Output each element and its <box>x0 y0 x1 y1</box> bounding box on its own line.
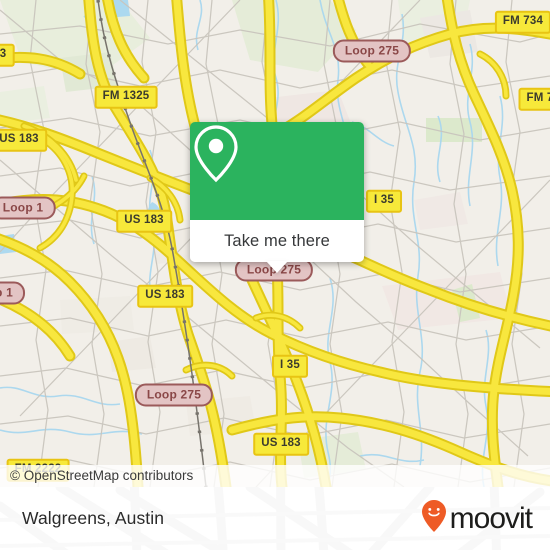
map-attribution[interactable]: © OpenStreetMap contributors <box>0 465 550 487</box>
map-canvas[interactable]: FM 734Loop 275FM 7FM 13253US 183Loop 1US… <box>0 0 550 487</box>
take-me-there-button[interactable]: Take me there <box>190 220 364 273</box>
moovit-brand-logo[interactable]: moovit <box>421 499 533 538</box>
moovit-smiling-pin-icon <box>421 499 447 538</box>
popup-pointer-tail <box>266 261 288 273</box>
moovit-place-map-screen: FM 734Loop 275FM 7FM 13253US 183Loop 1US… <box>0 0 550 550</box>
footer-bar: Walgreens, Austin moovit <box>0 487 550 550</box>
popup-icon-panel <box>190 122 364 220</box>
take-me-there-label: Take me there <box>224 231 330 250</box>
page-title: Walgreens, Austin <box>22 508 165 528</box>
moovit-wordmark: moovit <box>449 501 533 535</box>
destination-popup-card[interactable]: Take me there <box>190 122 364 273</box>
